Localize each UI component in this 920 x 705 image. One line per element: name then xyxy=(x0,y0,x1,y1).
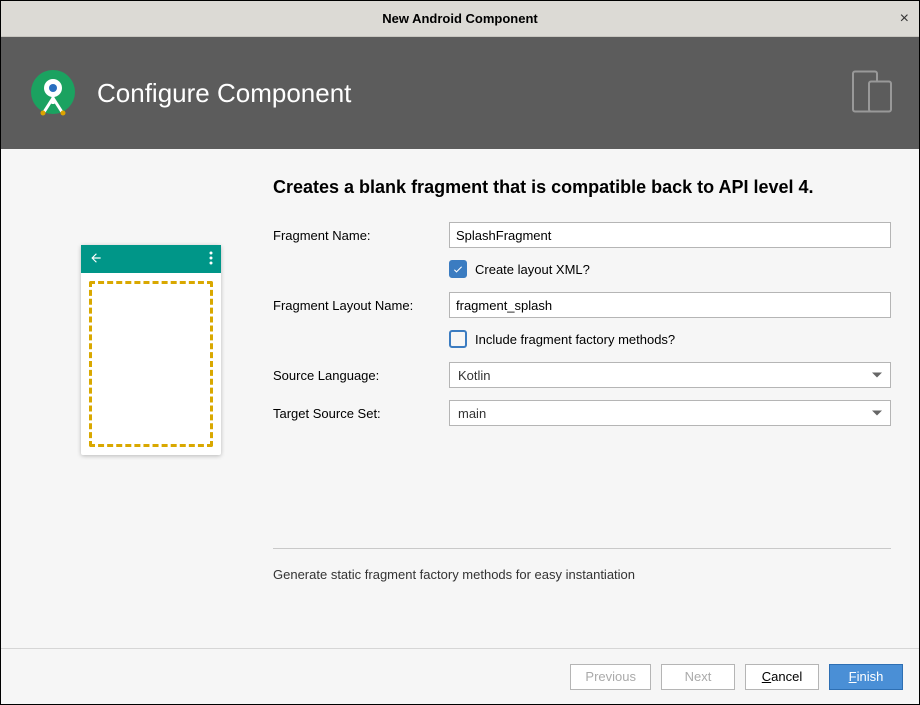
layout-name-input[interactable] xyxy=(449,292,891,318)
include-factory-checkbox[interactable] xyxy=(449,330,467,348)
device-preview xyxy=(81,245,221,455)
create-layout-checkbox[interactable] xyxy=(449,260,467,278)
form-description: Creates a blank fragment that is compati… xyxy=(273,175,891,200)
preview-appbar xyxy=(81,245,221,273)
next-button: Next xyxy=(661,664,735,690)
content-area: Creates a blank fragment that is compati… xyxy=(1,149,919,648)
fragment-name-label: Fragment Name: xyxy=(273,228,449,243)
chevron-down-icon xyxy=(872,411,882,416)
form-column: Creates a blank fragment that is compati… xyxy=(273,175,891,628)
header: Configure Component xyxy=(1,37,919,149)
dialog-footer: Previous Next Cancel Finish xyxy=(1,648,919,704)
fragment-name-input[interactable] xyxy=(449,222,891,248)
previous-button: Previous xyxy=(570,664,651,690)
devices-icon xyxy=(847,66,899,121)
window-title: New Android Component xyxy=(382,11,538,26)
page-title: Configure Component xyxy=(97,78,351,109)
create-layout-label[interactable]: Create layout XML? xyxy=(475,262,590,277)
target-source-set-value: main xyxy=(458,406,486,421)
target-source-set-select[interactable]: main xyxy=(449,400,891,426)
overflow-menu-icon xyxy=(209,251,213,268)
titlebar: New Android Component × xyxy=(1,1,919,37)
source-language-select[interactable]: Kotlin xyxy=(449,362,891,388)
preview-placeholder xyxy=(89,281,213,447)
dialog-window: New Android Component × Configure Compon… xyxy=(0,0,920,705)
target-source-set-label: Target Source Set: xyxy=(273,406,449,421)
finish-button[interactable]: Finish xyxy=(829,664,903,690)
chevron-down-icon xyxy=(872,373,882,378)
include-factory-label[interactable]: Include fragment factory methods? xyxy=(475,332,675,347)
source-language-label: Source Language: xyxy=(273,368,449,383)
back-icon xyxy=(89,251,103,268)
divider xyxy=(273,548,891,549)
android-studio-icon xyxy=(29,68,77,119)
preview-body xyxy=(81,273,221,455)
source-language-value: Kotlin xyxy=(458,368,491,383)
preview-column xyxy=(29,175,273,628)
cancel-button[interactable]: Cancel xyxy=(745,664,819,690)
close-icon[interactable]: × xyxy=(900,11,909,27)
helper-text: Generate static fragment factory methods… xyxy=(273,567,891,582)
layout-name-label: Fragment Layout Name: xyxy=(273,298,449,313)
